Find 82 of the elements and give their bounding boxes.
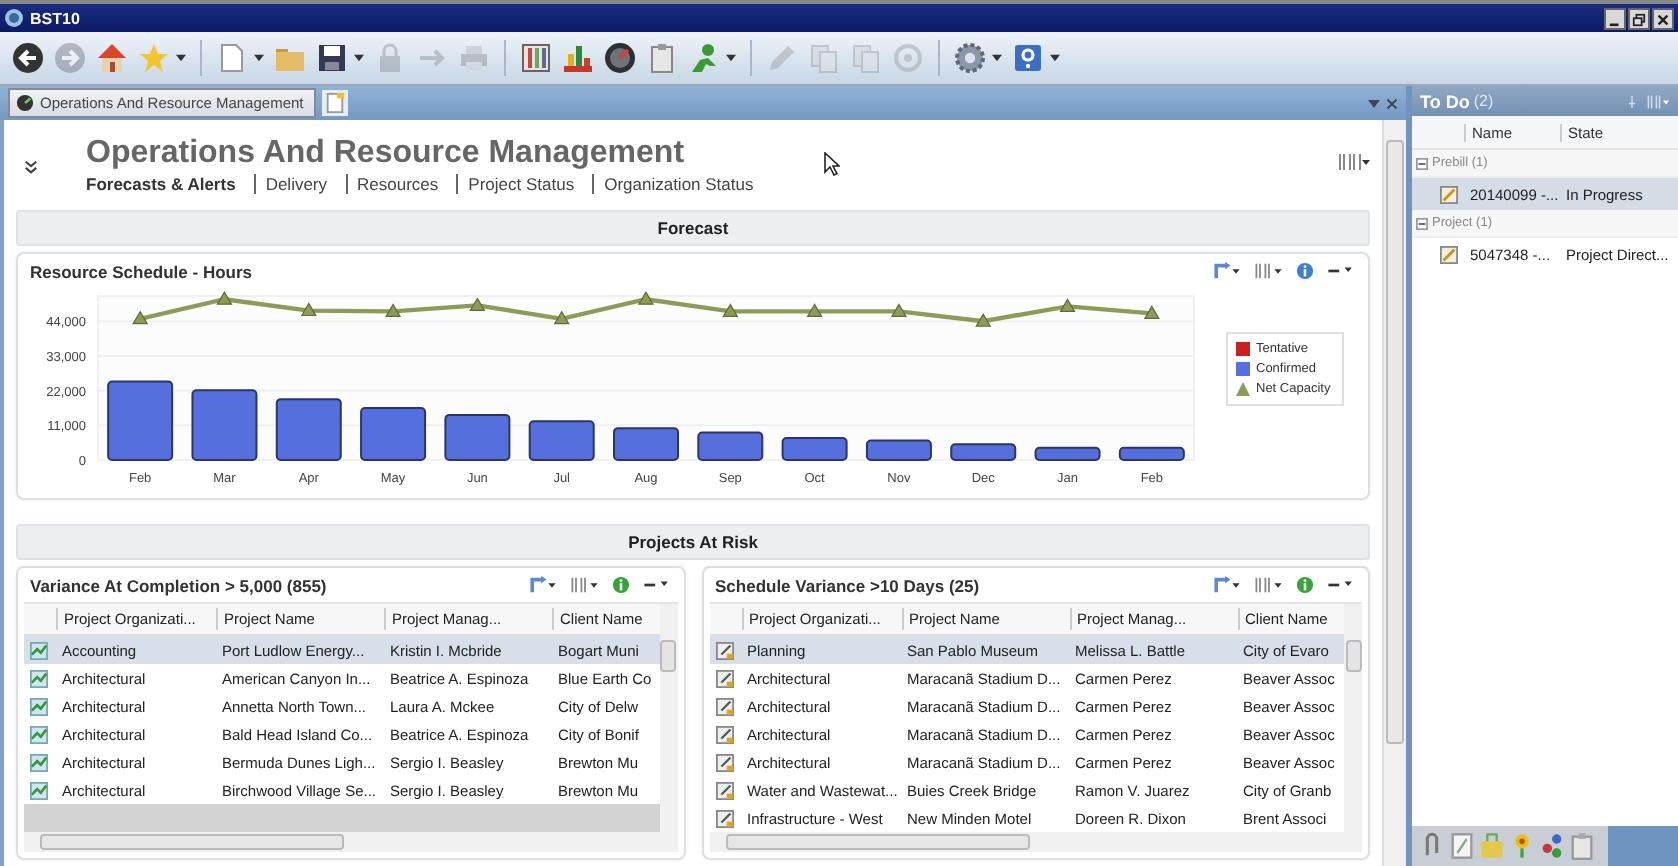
vertical-scrollbar[interactable]: [1344, 604, 1362, 852]
map-icon: [30, 781, 48, 799]
note-icon[interactable]: [1450, 832, 1474, 860]
caret-icon[interactable]: [1050, 54, 1060, 62]
columns-icon[interactable]: [1254, 576, 1284, 594]
item-count: (2): [1473, 92, 1494, 110]
app-logo-icon: [4, 8, 24, 28]
pin-icon[interactable]: [1626, 95, 1638, 107]
grid-title: Variance At Completion > 5,000 (855): [30, 575, 327, 595]
edit-document-icon: [1440, 185, 1458, 203]
gauge-icon[interactable]: [604, 42, 636, 74]
caret-icon[interactable]: [254, 54, 264, 62]
flower-icon[interactable]: [1510, 832, 1534, 860]
edit-document-icon: [715, 669, 733, 687]
settings-icon[interactable]: [954, 42, 986, 74]
horizontal-scrollbar[interactable]: [24, 832, 659, 852]
close-button[interactable]: [1652, 7, 1674, 29]
vertical-scrollbar[interactable]: [1382, 120, 1406, 866]
chart-title: Resource Schedule - Hours: [30, 261, 253, 281]
close-icon: [1656, 11, 1670, 27]
nav-link[interactable]: Project Status: [456, 174, 585, 194]
chart-icon[interactable]: [562, 42, 594, 74]
clipboard-icon[interactable]: [1570, 832, 1594, 860]
nav-link[interactable]: Forecasts & Alerts: [86, 174, 246, 194]
close-icon[interactable]: [1386, 97, 1398, 109]
map-icon: [30, 725, 48, 743]
edit-document-icon: [715, 725, 733, 743]
columns-icon[interactable]: [1338, 152, 1370, 172]
edit-document-icon: [715, 753, 733, 771]
map-icon: [30, 641, 48, 659]
minimize-button[interactable]: [1604, 7, 1626, 29]
info-icon[interactable]: [1296, 262, 1314, 280]
inbox-icon[interactable]: [1480, 832, 1504, 860]
caret-icon[interactable]: [354, 54, 364, 62]
collapse-icon[interactable]: [1416, 157, 1428, 169]
collapse-icon[interactable]: [1416, 217, 1428, 229]
restore-button[interactable]: [1628, 7, 1650, 29]
nav-link[interactable]: Delivery: [253, 174, 338, 194]
horizontal-scrollbar[interactable]: [709, 832, 1344, 852]
clipboard-icon[interactable]: [646, 42, 678, 74]
caret-icon[interactable]: [726, 54, 736, 62]
edit-document-icon: [715, 809, 733, 827]
help-icon[interactable]: [1012, 42, 1044, 74]
nav-link[interactable]: Resources: [345, 174, 449, 194]
restore-icon: [1632, 11, 1646, 27]
section-heading: Projects At Risk: [16, 524, 1370, 560]
edit-document-icon: [715, 781, 733, 799]
star-icon[interactable]: [138, 42, 170, 74]
grid-title: Schedule Variance >10 Days (25): [715, 575, 980, 595]
columns-icon[interactable]: [1254, 262, 1284, 280]
home-icon[interactable]: [96, 42, 128, 74]
nav-link[interactable]: Organization Status: [592, 174, 764, 194]
map-icon: [30, 753, 48, 771]
scroll-thumb[interactable]: [660, 640, 676, 672]
save-icon[interactable]: [316, 42, 348, 74]
info-icon[interactable]: [611, 576, 629, 594]
edit-document-icon: [715, 697, 733, 715]
new-tab-icon[interactable]: [321, 90, 348, 116]
export-icon[interactable]: [1212, 576, 1242, 594]
window-title: BST10: [30, 9, 80, 27]
edit-document-icon: [715, 641, 733, 659]
edit-document-icon: [1440, 245, 1458, 263]
info-icon[interactable]: [1296, 576, 1314, 594]
scroll-thumb[interactable]: [40, 834, 344, 850]
map-icon: [30, 697, 48, 715]
paperclip-icon[interactable]: [1420, 832, 1444, 860]
expand-icon[interactable]: [24, 160, 38, 174]
mouse-pointer-icon: [824, 152, 840, 176]
panel-title: To Do: [1420, 91, 1470, 111]
scroll-thumb[interactable]: [725, 834, 1029, 850]
export-icon[interactable]: [1212, 262, 1242, 280]
page-title: Operations And Resource Management: [86, 136, 687, 172]
map-icon: [30, 669, 48, 687]
caret-icon[interactable]: [176, 54, 186, 62]
scroll-thumb[interactable]: [1345, 640, 1361, 672]
back-icon[interactable]: [12, 42, 44, 74]
scroll-thumb[interactable]: [1386, 140, 1404, 744]
gauge-icon: [16, 94, 34, 112]
caret-icon[interactable]: [992, 54, 1002, 62]
section-heading: Forecast: [16, 210, 1370, 246]
export-icon[interactable]: [527, 576, 557, 594]
columns-icon[interactable]: [569, 576, 599, 594]
